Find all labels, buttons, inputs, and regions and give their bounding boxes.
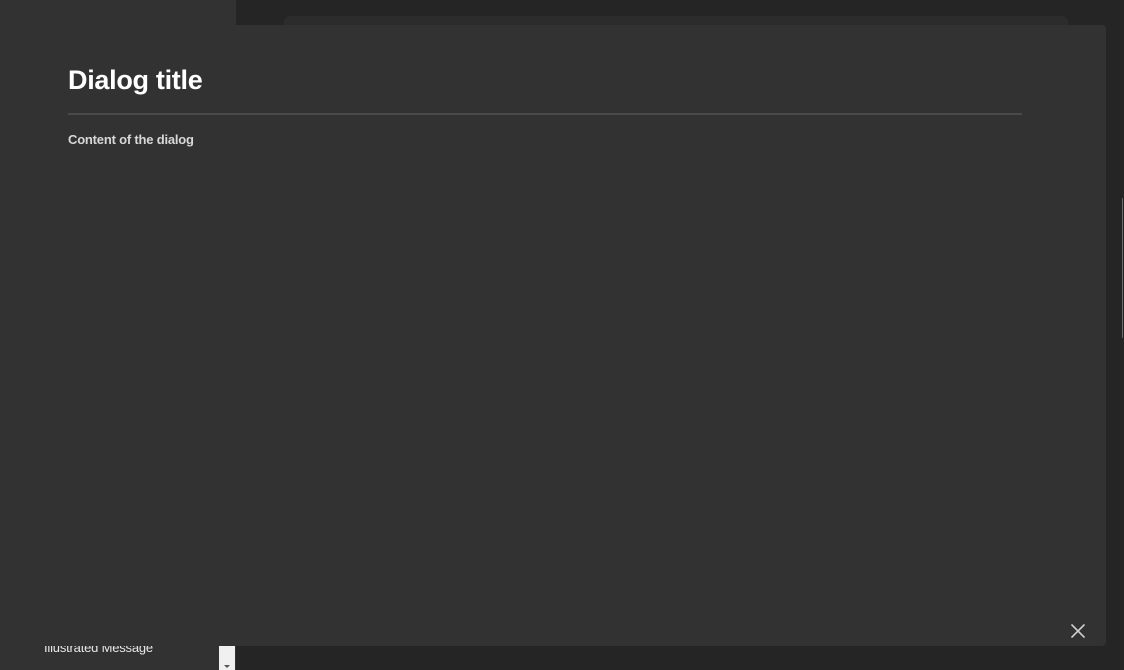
dialog-divider <box>68 113 1022 115</box>
sidebar-scrollbar[interactable] <box>219 646 235 670</box>
app-window: Illustrated Message Dialog title Content… <box>0 0 1124 670</box>
page-scrollbar[interactable] <box>1122 198 1123 338</box>
close-icon <box>1071 624 1085 638</box>
scroll-down-arrow-icon[interactable] <box>224 665 230 668</box>
dialog-title: Dialog title <box>68 65 203 95</box>
close-button[interactable] <box>1064 617 1092 645</box>
dialog: Dialog title Content of the dialog <box>0 25 1106 646</box>
dialog-content: Content of the dialog <box>68 132 194 147</box>
